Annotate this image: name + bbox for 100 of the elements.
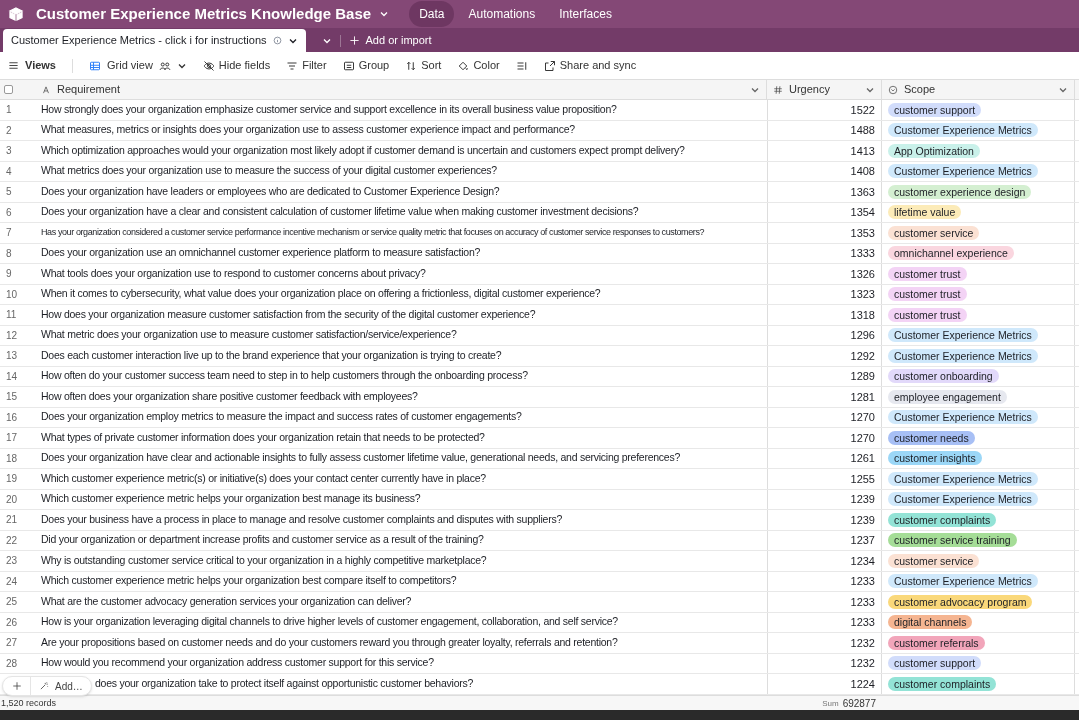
row-number: 28 xyxy=(6,657,18,669)
nav-tab[interactable]: Data xyxy=(409,1,455,27)
color-button[interactable]: Color xyxy=(457,57,500,74)
urgency-value: 1488 xyxy=(850,123,875,138)
requirement-text: Why is outstanding customer service critical to your organization in a highly competitive marketplace? xyxy=(41,552,487,568)
requirement-text: does your organization take to protect itself against opportunistic customer behaviors? xyxy=(95,675,474,691)
caret-icon[interactable] xyxy=(379,9,390,19)
magic-wand-icon xyxy=(39,681,49,691)
nav-tab[interactable]: Interfaces xyxy=(549,1,622,27)
paint-bucket-icon xyxy=(457,59,470,72)
row-height-button[interactable] xyxy=(515,59,528,72)
nav-tab[interactable]: Automations xyxy=(458,1,546,27)
requirement-text: What metrics does your organization use to measure the success of your digital customer experiences? xyxy=(41,163,497,179)
row-number: 5 xyxy=(6,186,12,198)
row-number: 12 xyxy=(6,329,18,341)
plus-icon xyxy=(348,35,360,46)
column-title: Requirement xyxy=(57,82,121,98)
single-select-icon xyxy=(888,84,898,95)
row-number: 2 xyxy=(6,124,12,136)
add-or-import-button[interactable]: Add or import xyxy=(348,32,432,49)
scope-tag: customer referrals xyxy=(888,635,985,650)
requirement-text: How often does your organization share positive customer feedback with employees? xyxy=(41,388,418,404)
row-number: 20 xyxy=(6,493,18,505)
requirement-text: How often do your customer success team need to step in to help customers through the onboarding process? xyxy=(41,368,528,384)
urgency-value: 1232 xyxy=(850,635,875,651)
column-header[interactable]: Urgency xyxy=(767,80,882,99)
plus-icon xyxy=(11,681,22,691)
scope-tag: lifetime value xyxy=(888,205,962,220)
row-number: 21 xyxy=(6,514,18,526)
table-tab-label: Customer Experience Metrics - click i for instructions xyxy=(11,33,267,49)
info-icon[interactable] xyxy=(272,36,282,45)
scope-tag: digital channels xyxy=(888,615,973,630)
filter-button[interactable]: Filter xyxy=(286,57,327,74)
scope-tag: customer service xyxy=(888,225,980,240)
cube-logo-icon[interactable] xyxy=(8,6,24,22)
row-number: 25 xyxy=(6,596,18,608)
urgency-value: 1354 xyxy=(850,205,875,220)
row-number: 22 xyxy=(6,534,18,546)
row-number: 24 xyxy=(6,575,18,587)
scope-tag: Customer Experience Metrics xyxy=(888,164,1038,179)
grid-icon xyxy=(89,59,101,72)
sort-button[interactable]: Sort xyxy=(405,57,442,74)
urgency-value: 1326 xyxy=(850,266,875,282)
group-icon xyxy=(342,59,355,72)
scope-tag: Customer Experience Metrics xyxy=(888,574,1038,589)
scope-tag: customer trust xyxy=(888,266,967,281)
row-number: 11 xyxy=(6,309,17,321)
urgency-value: 1413 xyxy=(850,143,875,159)
requirement-text: Does your organization have clear and actionable insights to fully assess customer lifetime value, generational needs, and servicing preferences? xyxy=(41,450,681,466)
scope-tag: employee engagement xyxy=(888,389,1007,404)
row-number: 15 xyxy=(6,391,18,403)
scope-tag: customer support xyxy=(888,102,982,117)
row-number: 8 xyxy=(6,247,12,259)
urgency-value: 1239 xyxy=(850,512,875,528)
requirement-text: How is your organization leveraging digital channels to drive higher levels of customer engagement, collaboration, and self service? xyxy=(41,614,618,630)
grid-view-button[interactable]: Grid view xyxy=(89,57,187,74)
scope-tag: Customer Experience Metrics xyxy=(888,123,1038,138)
urgency-value: 1281 xyxy=(850,389,875,405)
share-icon xyxy=(543,59,556,72)
requirement-text: Did your organization or department increase profits and customer service as a result of the training? xyxy=(41,532,484,548)
hide-button[interactable]: Hide fields xyxy=(202,57,271,74)
views-button[interactable]: Views xyxy=(8,57,56,74)
scope-tag: customer complaints xyxy=(888,676,997,691)
scope-tag: customer advocacy program xyxy=(888,594,1033,609)
requirement-text: What measures, metrics or insights does your organization use to assess customer experience impact and performance? xyxy=(41,122,575,138)
column-title: Urgency xyxy=(789,82,831,98)
select-all-checkbox[interactable] xyxy=(4,85,13,94)
requirement-text: Does each customer interaction live up to the brand experience that your organization is trying to create? xyxy=(41,347,502,363)
urgency-value: 1261 xyxy=(850,451,875,466)
scope-tag: Customer Experience Metrics xyxy=(888,410,1038,425)
urgency-value: 1363 xyxy=(850,184,875,200)
scope-tag: customer trust xyxy=(888,287,967,302)
base-title[interactable]: Customer Experience Metrics Knowledge Base xyxy=(36,2,372,26)
urgency-value: 1255 xyxy=(850,471,875,487)
scope-tag: customer service xyxy=(888,553,980,568)
sum-label: Sum xyxy=(822,697,839,710)
row-number: 10 xyxy=(6,288,18,300)
urgency-value: 1270 xyxy=(850,430,875,446)
eye-slash-icon xyxy=(202,59,215,72)
requirement-text: Does your organization have a clear and consistent calculation of customer lifetime value when making customer investment decisions? xyxy=(41,204,639,220)
scope-tag: customer experience design xyxy=(888,184,1032,199)
column-title: Scope xyxy=(904,82,937,98)
urgency-value: 1289 xyxy=(850,369,875,384)
row-number: 16 xyxy=(6,411,18,423)
column-header[interactable]: Requirement xyxy=(35,80,767,99)
record-count: 1,520 records xyxy=(0,697,57,708)
urgency-value: 1270 xyxy=(850,410,875,425)
row-number: 23 xyxy=(6,555,18,567)
requirement-text: How strongly does your organization emphasize customer service and support excellence in its overall business value proposition? xyxy=(41,101,617,117)
urgency-value: 1296 xyxy=(850,328,875,343)
group-button[interactable]: Group xyxy=(342,57,390,74)
requirement-text: Which customer experience metric(s) or initiative(s) does your contact center currently have in place? xyxy=(41,470,486,486)
add-assist-button[interactable]: Add… xyxy=(31,678,91,694)
urgency-value: 1292 xyxy=(850,348,875,364)
column-header[interactable]: Scope xyxy=(882,80,1075,99)
table-tab[interactable]: Customer Experience Metrics - click i for instructions xyxy=(3,29,306,52)
share-button[interactable]: Share and sync xyxy=(543,57,637,74)
requirement-text: How does your organization measure customer satisfaction from the security of the digital customer experience? xyxy=(41,306,536,322)
row-number: 18 xyxy=(6,452,18,464)
urgency-value: 1224 xyxy=(850,676,875,692)
